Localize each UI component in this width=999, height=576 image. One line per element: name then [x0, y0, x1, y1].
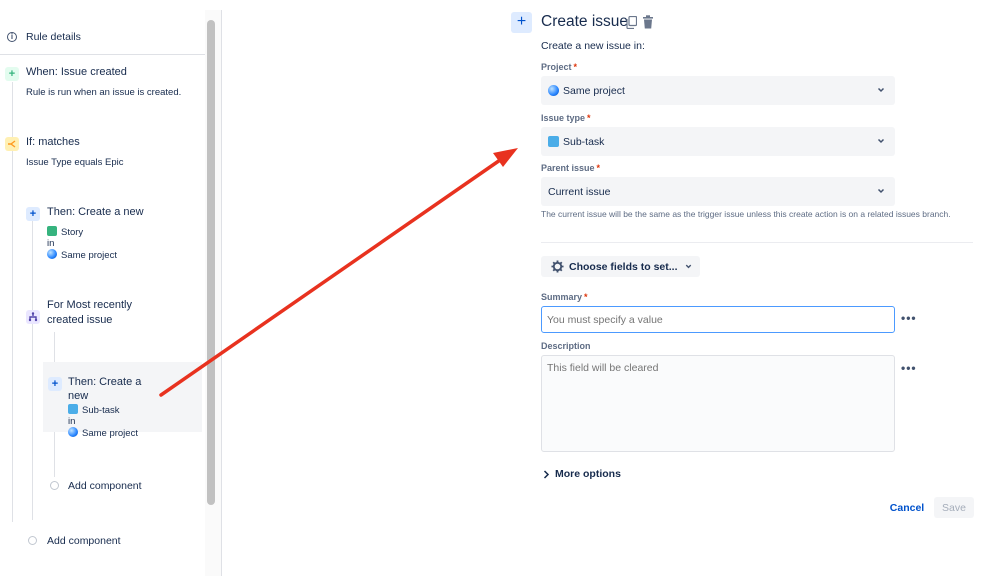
automation-rule-editor: i Rule details + When: Issue created Rul…: [0, 0, 999, 576]
issue-type-field-label: Issue type *: [541, 113, 591, 123]
issue-type-label-text: Issue type: [541, 113, 586, 123]
action-issue-type-label: Story: [61, 227, 84, 238]
trigger-plus-icon: +: [5, 67, 19, 81]
cancel-button[interactable]: Cancel: [883, 497, 931, 518]
required-asterisk: *: [573, 62, 578, 72]
section-divider: [541, 242, 973, 243]
action-plus-icon: +: [26, 207, 40, 221]
info-icon: i: [7, 32, 17, 42]
chevron-down-icon: [877, 138, 885, 144]
condition-title: If: matches: [26, 136, 80, 148]
more-options-toggle[interactable]: More options: [543, 468, 621, 480]
action2-title-line2: new: [68, 390, 89, 402]
more-options-label: More options: [555, 468, 621, 480]
project-select[interactable]: Same project: [541, 76, 895, 105]
trigger-subtitle: Rule is run when an issue is created.: [26, 87, 182, 98]
description-textarea[interactable]: [541, 355, 895, 452]
rule-details-item[interactable]: i Rule details: [0, 20, 205, 55]
parent-issue-helper-text: The current issue will be the same as th…: [541, 209, 951, 219]
parent-issue-field-label: Parent issue *: [541, 163, 600, 173]
parent-issue-select[interactable]: Current issue: [541, 177, 895, 206]
sidebar-scrollbar-thumb[interactable]: [207, 20, 215, 505]
required-asterisk: *: [587, 113, 591, 123]
action-plus-icon: +: [48, 377, 62, 391]
action-project-label: Same project: [61, 250, 117, 261]
description-more-actions-icon[interactable]: •••: [901, 361, 917, 375]
copy-icon[interactable]: [626, 16, 637, 29]
summary-field-label: Summary *: [541, 292, 588, 302]
action2-issue-type: Sub-task: [68, 404, 120, 417]
parent-issue-select-value: Current issue: [548, 185, 611, 198]
action-project: Same project: [47, 249, 117, 262]
gear-icon: [551, 260, 564, 273]
add-component-dot-icon: [28, 536, 37, 545]
parent-issue-label-text: Parent issue: [541, 163, 595, 173]
choose-fields-button[interactable]: Choose fields to set...: [541, 256, 700, 277]
summary-more-actions-icon[interactable]: •••: [901, 311, 917, 325]
chevron-right-icon: [543, 469, 550, 479]
action-node-subtask-selected[interactable]: [43, 362, 202, 432]
trigger-title: When: Issue created: [26, 66, 127, 78]
summary-input[interactable]: [541, 306, 895, 333]
panel-subtitle: Create a new issue in:: [541, 40, 645, 52]
project-icon: [68, 427, 78, 437]
issue-type-select-value: Sub-task: [563, 135, 605, 148]
subtask-icon: [68, 404, 78, 414]
project-icon: [47, 249, 57, 259]
branch-title-line1: For Most recently: [47, 299, 132, 311]
rule-component-list: i Rule details + When: Issue created Rul…: [0, 10, 205, 576]
branch-title-line2: created issue: [47, 314, 113, 326]
save-button[interactable]: Save: [934, 497, 974, 518]
connector-line: [32, 215, 33, 520]
panel-title: Create issue: [541, 13, 629, 30]
chevron-down-icon: [877, 188, 885, 194]
project-icon: [548, 85, 559, 96]
action2-issue-type-label: Sub-task: [82, 405, 120, 416]
add-component-dot-icon: [50, 481, 59, 490]
project-field-label: Project *: [541, 62, 577, 72]
subtask-icon: [548, 136, 559, 147]
project-select-value: Same project: [563, 84, 625, 97]
story-icon: [47, 226, 57, 236]
action-title: Then: Create a new: [47, 206, 144, 218]
condition-subtitle: Issue Type equals Epic: [26, 157, 124, 168]
add-component-outer[interactable]: Add component: [47, 535, 121, 547]
chevron-down-icon: [877, 87, 885, 93]
branch-condition-icon: [5, 137, 19, 151]
project-label-text: Project: [541, 62, 572, 72]
create-issue-plus-icon: +: [511, 12, 532, 33]
summary-label-text: Summary: [541, 292, 583, 302]
description-field-label: Description: [541, 341, 591, 351]
branch-icon: [26, 310, 40, 324]
chevron-down-icon: [685, 264, 691, 269]
rule-details-label: Rule details: [26, 31, 81, 43]
choose-fields-label: Choose fields to set...: [569, 260, 678, 273]
required-asterisk: *: [596, 163, 601, 173]
action2-title-line1: Then: Create a: [68, 376, 142, 388]
action2-project-label: Same project: [82, 428, 138, 439]
required-asterisk: *: [584, 292, 588, 302]
action2-project: Same project: [68, 427, 138, 440]
rule-sidebar: i Rule details + When: Issue created Rul…: [0, 10, 222, 576]
issue-type-select[interactable]: Sub-task: [541, 127, 895, 156]
trash-icon[interactable]: [642, 15, 654, 29]
add-component-inner[interactable]: Add component: [68, 480, 142, 492]
